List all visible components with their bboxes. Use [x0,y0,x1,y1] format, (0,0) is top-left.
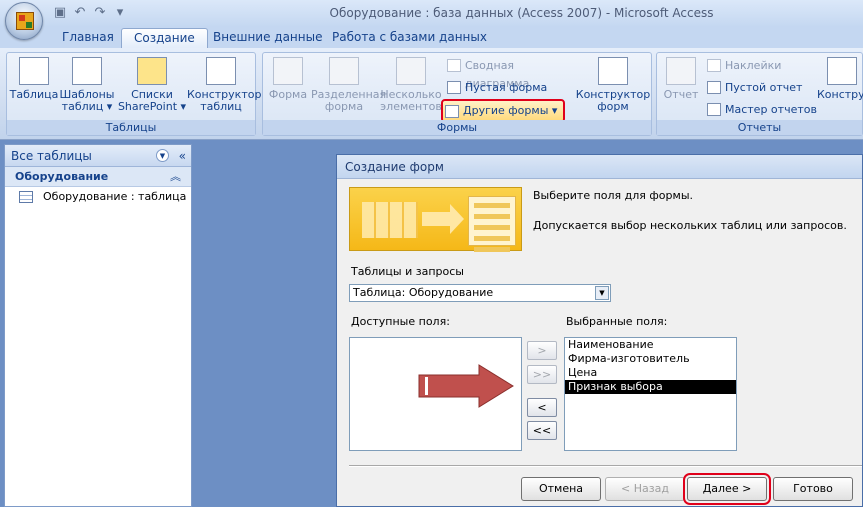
title-bar: ▣ ↶ ↷ ▾ Оборудование : база данных (Acce… [0,0,863,26]
ribbon: Таблица Шаблоны таблиц ▾ Списки SharePoi… [0,48,863,140]
collapse-pane-icon[interactable]: « [179,145,186,167]
blank-form-icon [447,81,461,94]
labels-button[interactable]: Наклейки [705,57,815,75]
report-wizard-icon [707,103,721,116]
cancel-button[interactable]: Отмена [521,477,601,501]
more-forms-icon [445,105,459,118]
dialog-separator [349,465,862,467]
split-form-button[interactable]: Разделенная форма [311,57,386,113]
ribbon-tabs: Главная Создание Внешние данные Работа с… [0,26,863,48]
report-wizard-button[interactable]: Мастер отчетов [705,101,817,119]
form-wizard-dialog: Создание форм Выберите поля для формы. Д… [336,154,863,507]
navigation-pane: Все таблицы ▼ « Оборудование ︽ Оборудова… [4,144,192,507]
split-form-icon [329,57,359,85]
office-logo-icon [16,12,34,30]
labels-icon [707,59,721,72]
form-button[interactable]: Форма [265,57,311,101]
tab-create[interactable]: Создание [121,28,208,48]
table-templates-icon [72,57,102,85]
tables-queries-select[interactable]: Таблица: Оборудование ▼ [349,284,611,302]
table-icon [19,57,49,85]
table-designer-button[interactable]: Конструктор таблиц [187,57,261,113]
table-templates-button[interactable]: Шаблоны таблиц ▾ [59,57,115,113]
pivot-chart-icon [447,59,461,72]
nav-menu-icon[interactable]: ▼ [156,149,169,162]
wizard-illustration [349,187,522,252]
dialog-title: Создание форм [337,155,862,179]
collapse-group-icon[interactable]: ︽ [170,167,181,187]
window-title: Оборудование : база данных (Access 2007)… [329,6,714,20]
tab-external-data[interactable]: Внешние данные [201,28,334,48]
blank-report-button[interactable]: Пустой отчет [705,79,815,97]
tab-database-tools[interactable]: Работа с базами данных [320,28,499,48]
report-icon [666,57,696,85]
finish-button[interactable]: Готово [773,477,853,501]
remove-all-fields-button[interactable]: << [527,421,557,440]
sharepoint-lists-button[interactable]: Списки SharePoint ▾ [117,57,187,113]
pivot-chart-button[interactable]: Сводная диаграмма [445,57,575,90]
blank-form-button[interactable]: Пустая форма [445,79,565,97]
group-reports: Отчет Наклейки Пустой отчет Мастер отчет… [656,52,863,136]
remove-field-button[interactable]: < [527,398,557,417]
list-item[interactable]: Наименование [565,338,736,352]
selected-fields-list[interactable]: Наименование Фирма-изготовитель Цена При… [564,337,737,451]
table-button[interactable]: Таблица [9,57,59,101]
selected-fields-label: Выбранные поля: [566,315,668,328]
list-item[interactable]: Фирма-изготовитель [565,352,736,366]
report-button[interactable]: Отчет [661,57,701,101]
back-button[interactable]: < Назад [605,477,685,501]
add-field-button[interactable]: > [527,341,557,360]
list-item[interactable]: Цена [565,366,736,380]
group-tables: Таблица Шаблоны таблиц ▾ Списки SharePoi… [6,52,261,136]
wizard-hint: Допускается выбор нескольких таблиц или … [533,219,847,232]
report-designer-icon [827,57,857,85]
tab-home[interactable]: Главная [50,28,126,48]
table-designer-icon [206,57,236,85]
multiple-items-icon [396,57,426,85]
next-button[interactable]: Далее > [683,473,771,505]
report-designer-button[interactable]: Конструктор отчетов [817,57,863,101]
dropdown-arrow-icon[interactable]: ▼ [595,286,609,300]
group-label-forms: Формы [263,120,651,135]
form-icon [273,57,303,85]
blank-report-icon [707,81,721,94]
group-label-reports: Отчеты [657,120,862,135]
group-label-tables: Таблицы [7,120,255,135]
available-fields-label: Доступные поля: [351,315,450,328]
wizard-prompt: Выберите поля для формы. [533,189,693,202]
table-icon [19,191,33,203]
nav-item-table[interactable]: Оборудование : таблица [5,187,191,207]
nav-group-header[interactable]: Оборудование ︽ [5,167,191,187]
form-designer-icon [598,57,628,85]
add-all-fields-button[interactable]: >> [527,365,557,384]
nav-pane-header[interactable]: Все таблицы ▼ « [5,145,191,167]
list-item-selected[interactable]: Признак выбора [565,380,736,394]
form-designer-button[interactable]: Конструктор форм [575,57,651,113]
multiple-items-button[interactable]: Несколько элементов [379,57,443,113]
group-forms: Форма Разделенная форма Несколько элемен… [262,52,652,136]
arrow-right-icon [418,364,514,408]
office-button[interactable] [5,2,43,40]
sharepoint-lists-icon [137,57,167,85]
tables-queries-label: Таблицы и запросы [351,265,464,278]
